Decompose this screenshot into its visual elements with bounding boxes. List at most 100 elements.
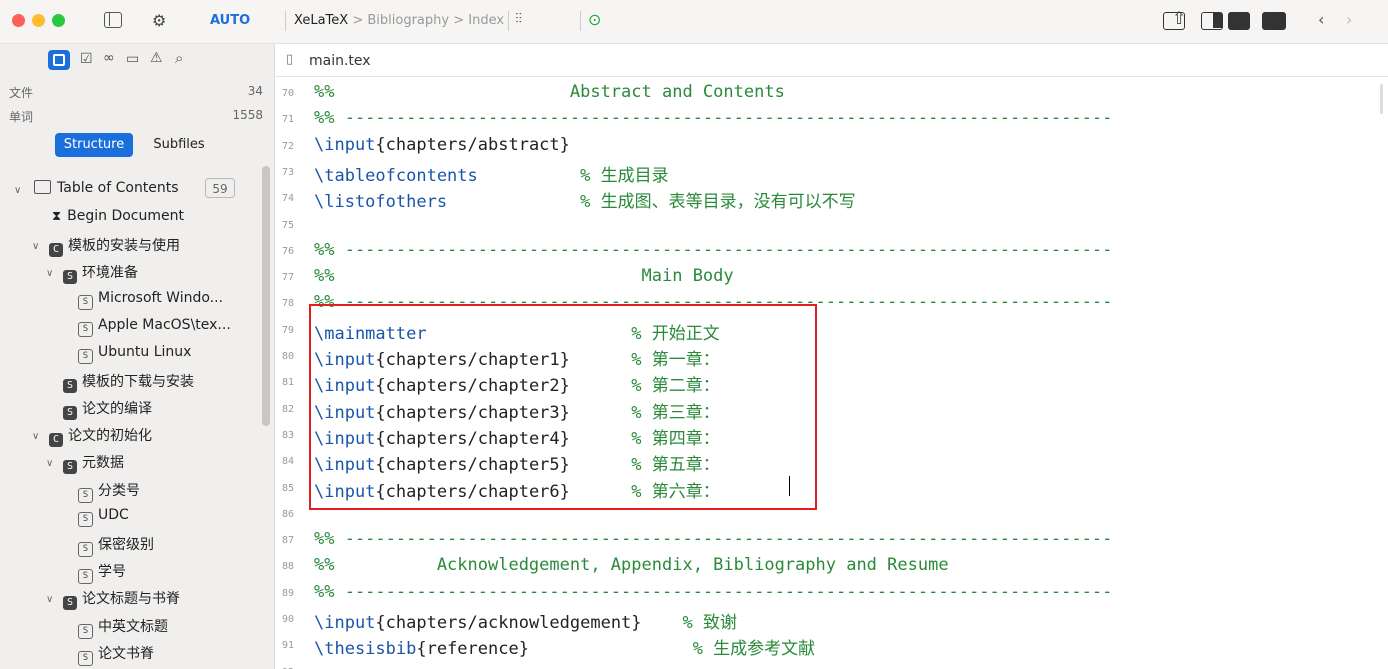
structure-view-icon[interactable] bbox=[48, 50, 70, 70]
line-number: 70 bbox=[282, 88, 295, 99]
code-line[interactable]: \input{chapters/abstract} bbox=[314, 135, 570, 155]
breadcrumb-bibliography[interactable]: Bibliography bbox=[367, 13, 449, 28]
line-number: 83 bbox=[282, 429, 295, 441]
sidebar-item[interactable]: ⧗ Begin Document bbox=[52, 208, 184, 224]
file-icon: ▯ bbox=[286, 52, 294, 67]
sidebar-item-label: 环境准备 bbox=[82, 265, 138, 281]
sidebar-item[interactable]: S 学号 bbox=[78, 561, 126, 584]
breadcrumb-separator: > bbox=[352, 13, 364, 28]
check-circle-icon[interactable]: ⊙ bbox=[588, 10, 601, 29]
file-header: ▯ main.tex bbox=[276, 44, 1388, 77]
sidebar-item[interactable]: S Microsoft Windo... bbox=[78, 290, 223, 310]
sidebar-item[interactable]: S 保密级别 bbox=[78, 534, 154, 557]
sidebar-item[interactable]: S 论文的编译 bbox=[63, 398, 152, 420]
code-line[interactable]: %% -------------------------------------… bbox=[314, 108, 1112, 128]
sidebar-item[interactable]: S UDC bbox=[78, 507, 129, 527]
hourglass-icon: ⧗ bbox=[52, 209, 62, 224]
editor-scrollbar[interactable] bbox=[1380, 84, 1383, 114]
sidebar-item[interactable]: S 中英文标题 bbox=[78, 616, 168, 639]
sidebar-item[interactable]: S 论文书脊 bbox=[78, 643, 154, 666]
sidebar-item-toc[interactable]: Table of Contents bbox=[34, 180, 179, 196]
layout-split-icon[interactable] bbox=[1201, 12, 1223, 30]
stat-words-value: 1558 bbox=[232, 108, 263, 122]
code-line[interactable]: \thesisbib{reference} % 生成参考文献 bbox=[314, 634, 815, 659]
toolbar-divider bbox=[508, 11, 509, 31]
sidebar-toggle-icon[interactable] bbox=[104, 12, 122, 28]
toc-label: Table of Contents bbox=[57, 180, 179, 196]
chevron-down-icon[interactable]: ∨ bbox=[46, 268, 53, 279]
subsection-badge-icon: S bbox=[78, 295, 93, 310]
subsection-badge-icon: S bbox=[78, 488, 93, 503]
segment-structure[interactable]: Structure bbox=[55, 133, 133, 157]
sidebar-item[interactable]: C 模板的安装与使用 bbox=[49, 235, 180, 257]
layout-single-icon[interactable] bbox=[1163, 12, 1185, 30]
line-number: 72 bbox=[282, 140, 295, 152]
warning-icon[interactable]: ⚠ bbox=[150, 50, 163, 66]
line-number: 88 bbox=[282, 561, 295, 573]
code-line[interactable]: %% -------------------------------------… bbox=[314, 582, 1112, 602]
folder-icon[interactable]: ▭ bbox=[126, 51, 139, 67]
line-number: 90 bbox=[282, 614, 295, 625]
settings-gear-icon[interactable]: ⚙ bbox=[152, 11, 166, 30]
sidebar-item-label: Apple MacOS\tex... bbox=[98, 317, 231, 333]
line-number: 91 bbox=[282, 640, 295, 652]
sidebar-item[interactable]: S 元数据 bbox=[63, 452, 124, 474]
line-number: 76 bbox=[282, 245, 295, 257]
line-number: 74 bbox=[282, 193, 295, 205]
auto-compile-button[interactable]: AUTO bbox=[210, 13, 250, 28]
chevron-down-icon[interactable]: ∨ bbox=[32, 241, 39, 252]
sidebar-item[interactable]: C 论文的初始化 bbox=[49, 425, 152, 447]
text-cursor bbox=[789, 476, 790, 496]
sidebar-scrollbar[interactable] bbox=[262, 166, 270, 426]
chevron-down-icon[interactable]: ∨ bbox=[14, 185, 21, 196]
sidebar-item-label: 保密级别 bbox=[98, 537, 154, 553]
code-line[interactable]: %% Main Body bbox=[314, 266, 734, 286]
chevron-down-icon[interactable]: ∨ bbox=[46, 594, 53, 605]
sidebar-item[interactable]: S Apple MacOS\tex... bbox=[78, 317, 231, 337]
sidebar-item-label: 中英文标题 bbox=[98, 619, 168, 635]
subsection-badge-icon: S bbox=[78, 569, 93, 584]
sidebar-item[interactable]: S 模板的下载与安装 bbox=[63, 371, 194, 393]
line-number: 82 bbox=[282, 403, 295, 415]
close-window-button[interactable] bbox=[12, 14, 25, 27]
code-line[interactable]: %% -------------------------------------… bbox=[314, 529, 1112, 549]
minimize-window-button[interactable] bbox=[32, 14, 45, 27]
layout-preview-icon[interactable] bbox=[1228, 12, 1250, 30]
forward-chevron-icon[interactable]: › bbox=[1346, 10, 1352, 29]
mixer-sliders-icon[interactable]: ⫶⫶ bbox=[515, 11, 522, 27]
section-badge-icon: S bbox=[63, 596, 77, 610]
back-chevron-icon[interactable]: ‹ bbox=[1318, 10, 1324, 29]
code-line[interactable]: \listofothers % 生成图、表等目录，没有可以不写 bbox=[314, 187, 856, 212]
line-number: 89 bbox=[282, 587, 295, 599]
layout-full-icon[interactable] bbox=[1262, 12, 1286, 30]
section-badge-icon: S bbox=[63, 379, 77, 393]
sidebar-item-label: 论文标题与书脊 bbox=[82, 591, 180, 607]
sidebar-item[interactable]: S 分类号 bbox=[78, 480, 140, 503]
zoom-window-button[interactable] bbox=[52, 14, 65, 27]
code-line[interactable]: \input{chapters/acknowledgement} % 致谢 bbox=[314, 608, 737, 633]
search-icon[interactable]: ⌕ bbox=[175, 49, 183, 67]
code-editor[interactable]: ▯ main.tex 70 %% Abstract and Contents 71%… bbox=[276, 44, 1388, 669]
code-line[interactable]: \tableofcontents % 生成目录 bbox=[314, 161, 669, 186]
sidebar-item[interactable]: S 环境准备 bbox=[63, 262, 138, 284]
line-number: 78 bbox=[282, 298, 295, 310]
segment-subfiles[interactable]: Subfiles bbox=[138, 133, 220, 157]
subsection-badge-icon: S bbox=[78, 651, 93, 666]
sidebar-item[interactable]: S Ubuntu Linux bbox=[78, 344, 191, 364]
infinity-icon[interactable]: ∞ bbox=[103, 50, 115, 66]
code-line[interactable]: %% -------------------------------------… bbox=[314, 240, 1112, 260]
sidebar-item-label: 论文的编译 bbox=[82, 401, 152, 417]
line-number: 84 bbox=[282, 456, 295, 468]
sidebar-item[interactable]: S 论文标题与书脊 bbox=[63, 588, 180, 610]
list-icon bbox=[34, 180, 51, 194]
checkbox-icon[interactable]: ☑ bbox=[80, 51, 93, 67]
breadcrumb-index[interactable]: Index bbox=[468, 13, 504, 28]
subsection-badge-icon: S bbox=[78, 322, 93, 337]
breadcrumb-engine[interactable]: XeLaTeX bbox=[294, 13, 348, 28]
section-badge-icon: S bbox=[63, 406, 77, 420]
chevron-down-icon[interactable]: ∨ bbox=[32, 431, 39, 442]
chevron-down-icon[interactable]: ∨ bbox=[46, 458, 53, 469]
code-line[interactable]: %% Abstract and Contents bbox=[314, 82, 785, 102]
line-number: 86 bbox=[282, 508, 295, 520]
code-line[interactable]: %% Acknowledgement, Appendix, Bibliograp… bbox=[314, 555, 949, 575]
